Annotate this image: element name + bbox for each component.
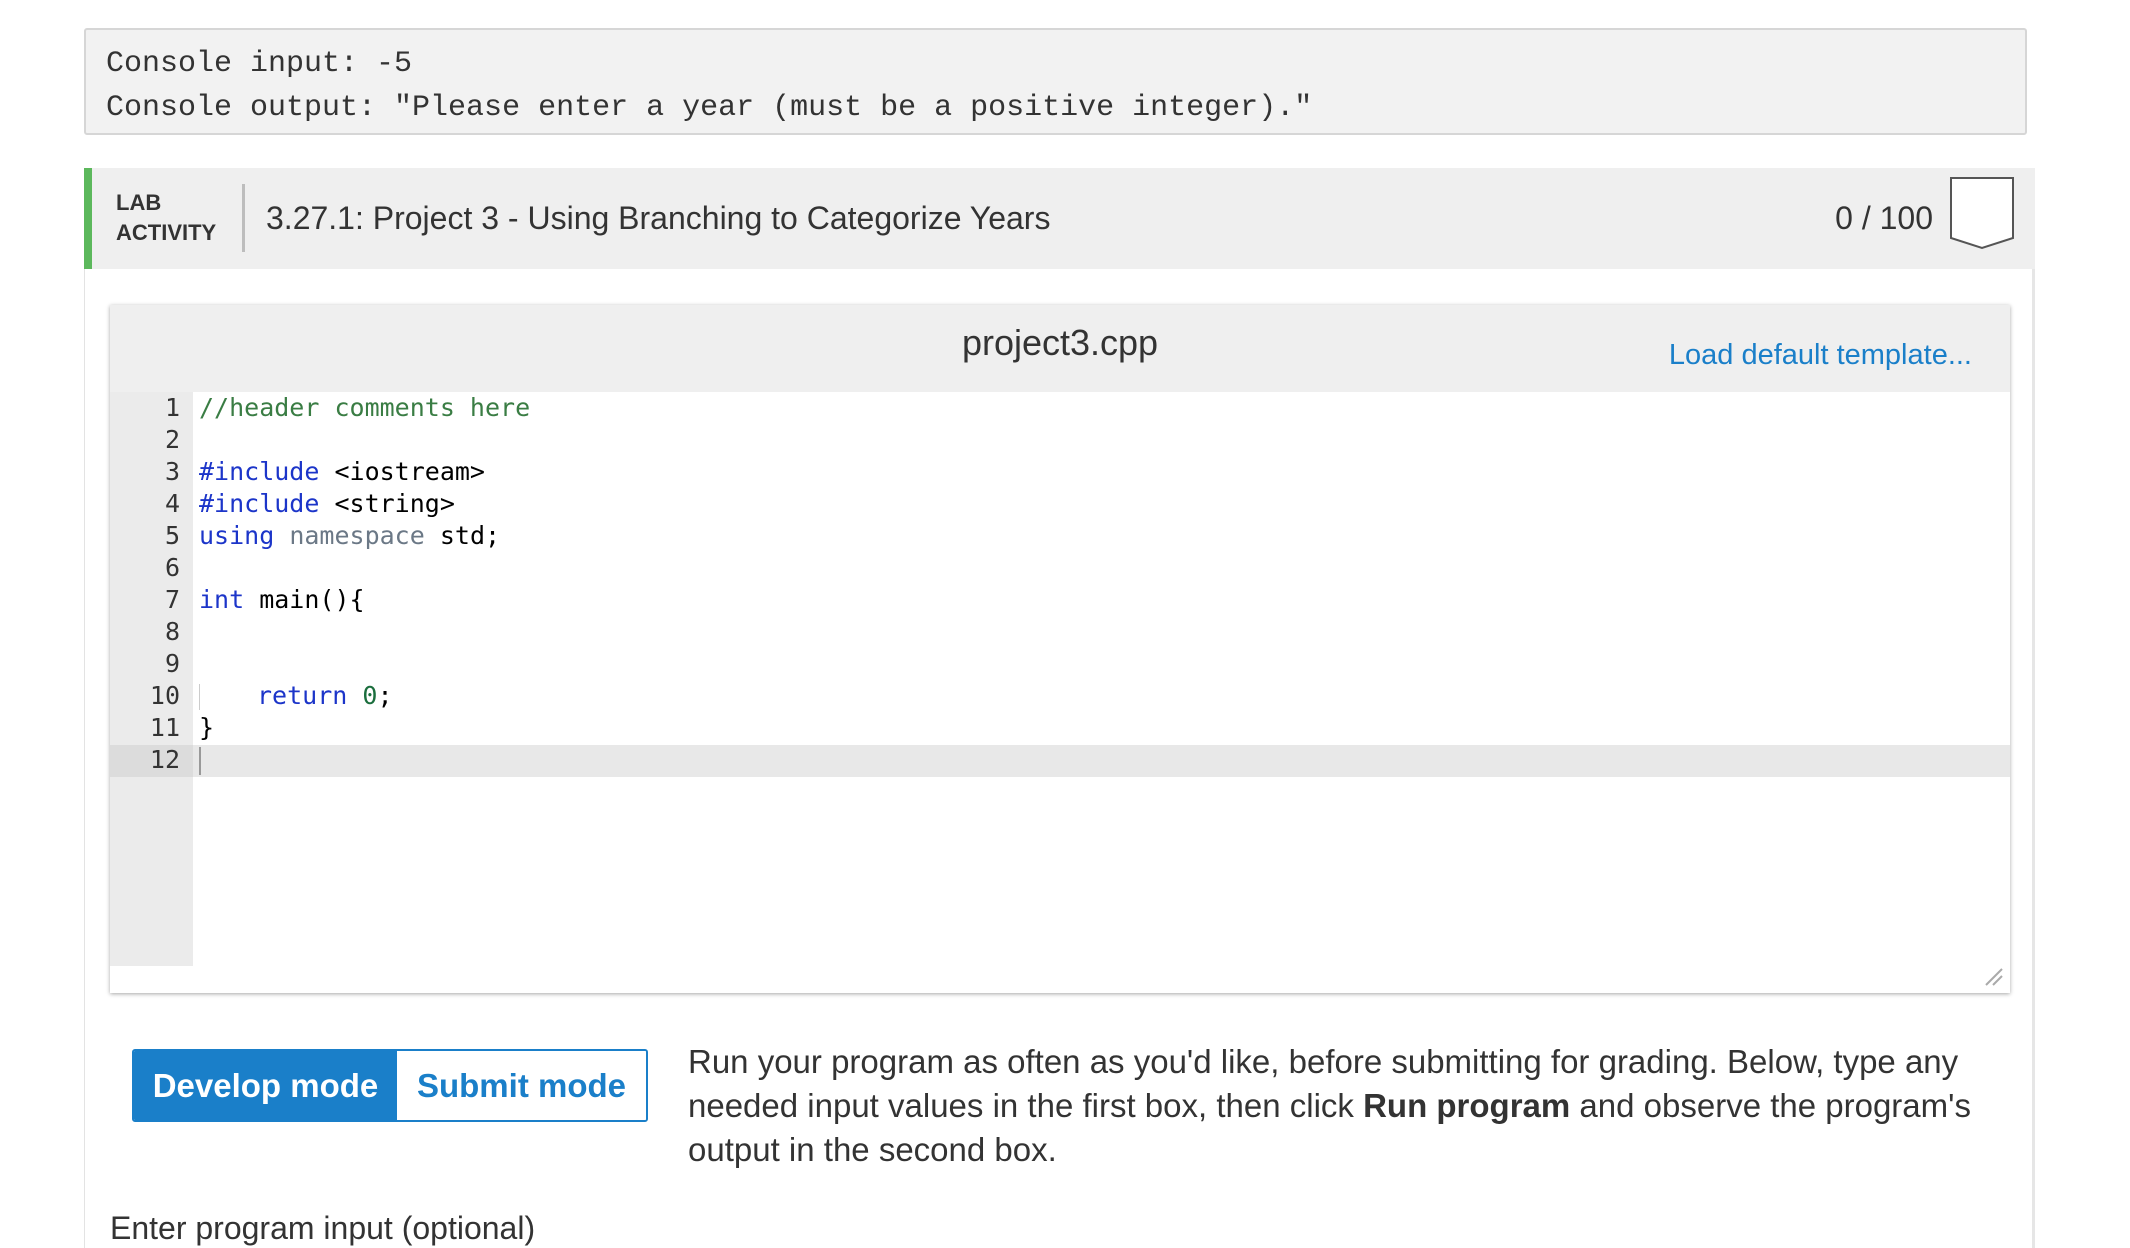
score-badge-icon: [1950, 177, 2014, 250]
line-number: 8: [164, 617, 180, 646]
lab-activity-header: LAB ACTIVITY 3.27.1: Project 3 - Using B…: [84, 168, 2035, 269]
code-token: <iostream>: [319, 457, 485, 486]
text-cursor: [199, 747, 201, 775]
code-token: ;: [377, 681, 393, 710]
code-token: namespace: [289, 521, 425, 550]
code-text: using namespace std;: [199, 520, 500, 552]
mode-toggle: Develop mode Submit mode: [132, 1049, 648, 1122]
console-output-line: Console output: "Please enter a year (mu…: [106, 91, 1313, 125]
line-number: 4: [164, 489, 180, 518]
line-number: 5: [164, 521, 180, 550]
code-token: }: [199, 713, 215, 742]
code-line: 9: [110, 648, 2010, 680]
develop-mode-button[interactable]: Develop mode: [134, 1051, 397, 1120]
code-line: 8: [110, 616, 2010, 648]
lab-score: 0 / 100: [1835, 200, 1933, 236]
line-number: 9: [164, 649, 180, 678]
code-token: 0: [362, 681, 378, 710]
code-text: #include <string>: [199, 488, 455, 520]
code-token: std;: [424, 521, 501, 550]
code-line: 1 //header comments here: [110, 392, 2010, 424]
code-line: 11}: [110, 712, 2010, 744]
lab-title: 3.27.1: Project 3 - Using Branching to C…: [266, 200, 1051, 236]
code-line: 7 int main(){: [110, 584, 2010, 616]
console-example: Console input: -5 Console output: "Pleas…: [84, 28, 2027, 135]
line-number: 10: [149, 681, 180, 710]
code-line: 10 return 0;: [110, 680, 2010, 712]
lab-label-line2: ACTIVITY: [116, 220, 217, 245]
line-number: 6: [164, 553, 180, 582]
line-number: 1: [164, 393, 180, 422]
code-token: int: [199, 585, 245, 614]
program-input-label: Enter program input (optional): [110, 1210, 536, 1246]
lab-label-line1: LAB: [116, 190, 162, 215]
line-number: 2: [164, 425, 180, 454]
code-text: //header comments here: [199, 392, 530, 424]
code-token: #include: [199, 457, 320, 486]
code-line: 4 #include <string>: [110, 488, 2010, 520]
line-number: 3: [164, 457, 180, 486]
code-line: 12: [110, 744, 2010, 776]
code-token: using: [199, 521, 275, 550]
code-line: 6: [110, 552, 2010, 584]
load-default-template-link[interactable]: Load default template...: [1669, 337, 1972, 373]
code-text: }: [199, 712, 214, 744]
run-program-reference: Run program: [1363, 1087, 1571, 1124]
code-text: int main(){: [199, 584, 365, 616]
code-token: #include: [199, 489, 320, 518]
code-token: //header comments here: [199, 393, 531, 422]
code-text: [199, 744, 201, 776]
line-number: 12: [149, 745, 180, 774]
editor-header: project3.cpp Load default template...: [110, 305, 2010, 392]
code-token: main(){: [244, 585, 365, 614]
lab-activity-label: LAB ACTIVITY: [116, 188, 236, 248]
code-line: 2: [110, 424, 2010, 456]
line-number: 7: [164, 585, 180, 614]
code-line: 3 #include <iostream>: [110, 456, 2010, 488]
console-input-line: Console input: -5: [106, 47, 413, 81]
code-editor-panel: project3.cpp Load default template... 1 /…: [110, 305, 2010, 993]
code-token: return: [257, 681, 348, 710]
header-divider: [242, 184, 245, 252]
mode-description: Run your program as often as you'd like,…: [688, 1040, 2018, 1172]
code-text-area[interactable]: 1 //header comments here 2 3 #include <iostr…: [110, 392, 2010, 776]
code-text: return 0;: [199, 680, 393, 712]
submit-mode-button[interactable]: Submit mode: [397, 1051, 646, 1120]
code-line: 5 using namespace std;: [110, 520, 2010, 552]
code-token: <string>: [319, 489, 455, 518]
resize-handle-icon[interactable]: [1982, 965, 2004, 987]
line-number: 11: [149, 713, 180, 742]
indent-guide: [199, 684, 200, 710]
code-text: #include <iostream>: [199, 456, 485, 488]
